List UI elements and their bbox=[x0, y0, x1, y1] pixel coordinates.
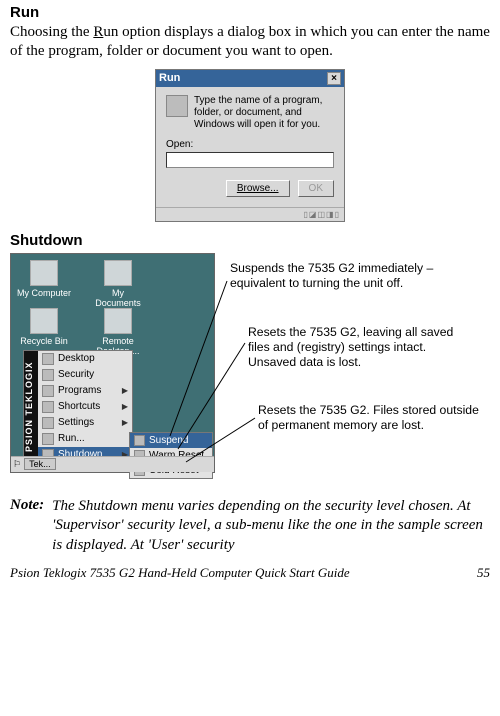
run-dialog: Run × Type the name of a program, folder… bbox=[155, 69, 345, 222]
desktop-icon-label: My Computer bbox=[17, 288, 71, 298]
folder-icon bbox=[42, 385, 54, 397]
page-footer: Psion Teklogix 7535 G2 Hand-Held Compute… bbox=[10, 565, 490, 581]
submenu-label: Suspend bbox=[149, 435, 188, 446]
open-input[interactable] bbox=[166, 152, 334, 168]
note-block: Note: The Shutdown menu varies depending… bbox=[10, 497, 490, 556]
heading-run: Run bbox=[10, 4, 490, 21]
run-dialog-prompt: Type the name of a program, folder, or d… bbox=[194, 95, 334, 131]
suspend-icon bbox=[134, 435, 145, 446]
run-body-pre: Choosing the bbox=[10, 24, 93, 40]
desktop-icon-my-computer[interactable]: My Computer bbox=[17, 260, 71, 308]
start-item-label: Security bbox=[58, 369, 128, 380]
taskbar-start-button[interactable]: Tek... bbox=[24, 458, 56, 470]
footer-title: Psion Teklogix 7535 G2 Hand-Held Compute… bbox=[10, 565, 350, 581]
desktop-icon-recycle-bin[interactable]: Recycle Bin bbox=[17, 308, 71, 356]
dialog-taskbar-tray: ▯◪◫◨▯ bbox=[156, 207, 344, 221]
desktop-icon-remote-desktop[interactable]: Remote Desktop ... bbox=[91, 308, 145, 356]
desktop-icon-label: Recycle Bin bbox=[20, 336, 68, 346]
run-icon bbox=[166, 95, 188, 117]
desktop-icon bbox=[42, 353, 54, 365]
desktop-screenshot: My Computer My Documents Recycle Bin Rem… bbox=[10, 253, 215, 473]
start-item-label: Settings bbox=[58, 417, 122, 428]
start-item-shortcuts[interactable]: Shortcuts▶ bbox=[38, 399, 132, 415]
desktop-icon-my-documents[interactable]: My Documents bbox=[91, 260, 145, 308]
start-item-settings[interactable]: Settings▶ bbox=[38, 415, 132, 431]
start-item-label: Desktop bbox=[58, 353, 128, 364]
note-label: Note: bbox=[10, 497, 44, 556]
callout-cold-reset: Resets the 7535 G2. Files stored outside… bbox=[258, 403, 480, 434]
start-flag-icon[interactable]: ⚐ bbox=[13, 459, 21, 470]
open-label: Open: bbox=[166, 139, 334, 150]
close-icon[interactable]: × bbox=[327, 72, 341, 85]
run-link-letter: R bbox=[93, 24, 103, 40]
start-menu-strip: PSION TEKLOGIX bbox=[24, 351, 38, 463]
chevron-right-icon: ▶ bbox=[122, 418, 128, 427]
lock-icon bbox=[42, 369, 54, 381]
ok-button[interactable]: OK bbox=[298, 180, 334, 197]
chevron-right-icon: ▶ bbox=[122, 402, 128, 411]
heading-shutdown: Shutdown bbox=[10, 232, 490, 249]
start-item-label: Run... bbox=[58, 433, 128, 444]
run-dialog-title: Run bbox=[159, 72, 180, 84]
run-body-post-link: un bbox=[103, 24, 118, 40]
callout-warm-reset: Resets the 7535 G2, leaving all saved fi… bbox=[248, 325, 476, 371]
desktop-icon-label: My Documents bbox=[95, 288, 141, 308]
start-item-run[interactable]: Run... bbox=[38, 431, 132, 447]
run-paragraph: Choosing the Run option displays a dialo… bbox=[10, 23, 490, 61]
taskbar: ⚐ Tek... bbox=[11, 456, 214, 472]
start-item-desktop[interactable]: Desktop bbox=[38, 351, 132, 367]
browse-button-label: Browse... bbox=[237, 183, 279, 194]
run-dialog-titlebar: Run × bbox=[156, 70, 344, 87]
footer-page-number: 55 bbox=[477, 565, 490, 581]
gear-icon bbox=[42, 417, 54, 429]
start-item-programs[interactable]: Programs▶ bbox=[38, 383, 132, 399]
start-item-label: Shortcuts bbox=[58, 401, 122, 412]
callout-suspend: Suspends the 7535 G2 immediately – equiv… bbox=[230, 261, 475, 292]
start-menu: PSION TEKLOGIX Desktop Security Programs… bbox=[23, 350, 133, 464]
shortcut-icon bbox=[42, 401, 54, 413]
submenu-suspend[interactable]: Suspend bbox=[130, 433, 212, 448]
chevron-right-icon: ▶ bbox=[122, 386, 128, 395]
note-text: The Shutdown menu varies depending on th… bbox=[52, 497, 490, 556]
run-icon bbox=[42, 433, 54, 445]
start-item-label: Programs bbox=[58, 385, 122, 396]
browse-button[interactable]: Browse... bbox=[226, 180, 290, 197]
start-item-security[interactable]: Security bbox=[38, 367, 132, 383]
